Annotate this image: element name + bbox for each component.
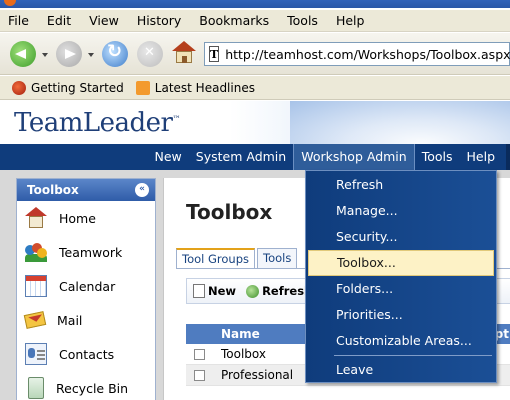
browser-menubar: File Edit View History Bookmarks Tools H… [0,10,510,32]
forward-button[interactable] [56,41,82,67]
new-document-icon [193,284,205,298]
menu-item-customizable-areas[interactable]: Customizable Areas... [308,328,494,354]
home-button[interactable] [172,41,196,65]
sidebar-item-label: Home [59,210,96,226]
sidebar-item-label: Recycle Bin [56,380,129,396]
sidebar-header: Toolbox « [17,179,155,201]
recycle-bin-icon [28,377,44,399]
sidebar-title: Toolbox [27,183,79,197]
new-button-label: New [208,284,237,298]
site-favicon-icon: T [209,46,220,62]
back-history-dropdown-icon[interactable] [42,53,48,57]
tab-strip: Tool Groups Tools [176,248,299,268]
main-navigation: New System Admin Workshop Admin Tools He… [0,144,510,170]
menu-item-folders[interactable]: Folders... [308,276,494,302]
sidebar-item-recycle-bin[interactable]: Recycle Bin [17,371,155,400]
menu-item-security[interactable]: Security... [308,224,494,250]
menu-file[interactable]: File [8,13,29,28]
contacts-icon [25,343,47,365]
bookmark-label: Latest Headlines [154,80,255,95]
toolbox-sidebar: Toolbox « Home Teamwork Calendar Mail Co… [16,178,156,400]
column-header-name[interactable]: Name [221,327,260,341]
mail-icon [23,311,47,329]
menu-history[interactable]: History [137,13,181,28]
sidebar-item-label: Mail [57,312,83,328]
sidebar-item-label: Calendar [59,278,116,294]
tab-tools[interactable]: Tools [257,248,298,268]
row-name: Professional [221,368,294,382]
menu-item-leave[interactable]: Leave [308,357,494,383]
bookmark-label: Getting Started [31,80,124,95]
address-bar[interactable]: T http://teamhost.com/Workshops/Toolbox.… [204,42,510,66]
row-name: Toolbox [221,347,266,361]
page-title: Toolbox [186,200,273,224]
stop-button[interactable] [137,41,163,67]
menu-view[interactable]: View [89,13,119,28]
bookmarks-toolbar: Getting Started Latest Headlines [0,76,510,100]
sidebar-item-contacts[interactable]: Contacts [17,337,155,371]
sidebar-item-mail[interactable]: Mail [17,303,155,337]
menu-separator [334,355,492,356]
reload-button[interactable] [102,41,128,67]
menu-item-priorities[interactable]: Priorities... [308,302,494,328]
firefox-icon [4,0,16,6]
teamleader-logo[interactable]: TeamLeader™ [14,108,180,138]
menu-help[interactable]: Help [336,13,365,28]
header-decoration [290,101,510,144]
navigation-toolbar: T http://teamhost.com/Workshops/Toolbox.… [0,33,510,75]
logo-text: TeamLeader [14,108,173,138]
nav-workshop-admin[interactable]: Workshop Admin [293,144,415,170]
menu-item-refresh[interactable]: Refresh [308,172,494,198]
sidebar-item-label: Teamwork [59,244,123,260]
nav-system-admin[interactable]: System Admin [189,144,293,170]
address-url[interactable]: http://teamhost.com/Workshops/Toolbox.as… [225,47,510,62]
sidebar-item-teamwork[interactable]: Teamwork [17,235,155,269]
sidebar-item-home[interactable]: Home [17,201,155,235]
menu-bookmarks[interactable]: Bookmarks [199,13,269,28]
back-button[interactable] [10,41,36,67]
logo-trademark: ™ [172,114,180,124]
firefox-bookmark-icon [12,80,26,95]
menu-edit[interactable]: Edit [47,13,71,28]
row-checkbox[interactable] [194,348,205,360]
calendar-icon [25,275,47,297]
nav-help[interactable]: Help [460,144,503,170]
collapse-icon[interactable]: « [135,183,149,197]
workshop-admin-menu: Refresh Manage... Security... Toolbox...… [305,170,497,383]
refresh-button[interactable]: Refresh [246,284,312,298]
forward-history-dropdown-icon[interactable] [88,53,94,57]
row-checkbox[interactable] [194,369,205,381]
refresh-icon [246,284,260,298]
nav-edge [506,144,510,170]
home-icon [25,207,47,229]
window-titlebar [0,0,510,8]
menu-item-toolbox[interactable]: Toolbox... [308,250,494,276]
teamwork-icon [25,241,47,263]
app-header: TeamLeader™ [0,101,510,144]
menu-tools[interactable]: Tools [287,13,318,28]
rss-icon [135,80,150,95]
tab-tool-groups[interactable]: Tool Groups [176,248,255,268]
nav-new[interactable]: New [148,144,189,170]
bookmark-getting-started[interactable]: Getting Started [12,80,124,95]
bookmark-latest-headlines[interactable]: Latest Headlines [135,80,255,95]
sidebar-item-label: Contacts [59,346,115,362]
nav-tools[interactable]: Tools [415,144,460,170]
new-button[interactable]: New [193,284,236,298]
sidebar-item-calendar[interactable]: Calendar [17,269,155,303]
menu-item-manage[interactable]: Manage... [308,198,494,224]
